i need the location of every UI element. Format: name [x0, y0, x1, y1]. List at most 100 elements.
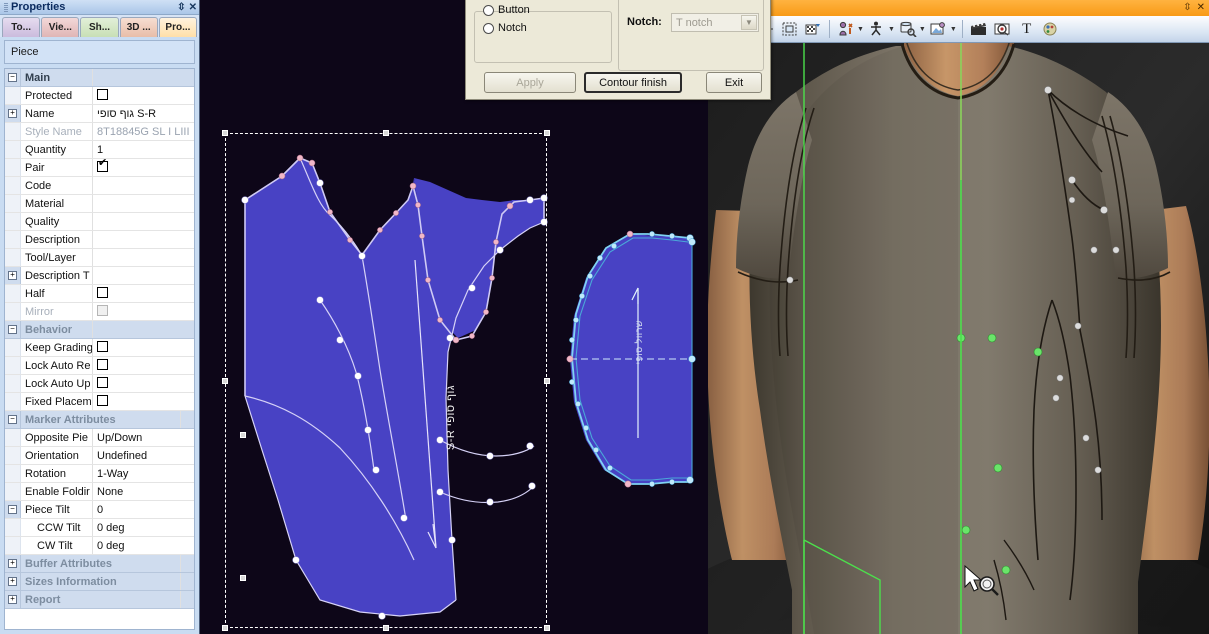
notch-type-select[interactable]: T notch ▼ [671, 13, 759, 32]
value-keep-grading[interactable] [93, 339, 194, 356]
tab-3d[interactable]: 3D ... [119, 17, 158, 37]
snapshot-icon[interactable] [992, 19, 1014, 40]
sel-handle-e[interactable] [544, 377, 550, 384]
expander-behavior[interactable]: − [5, 321, 21, 338]
fixed-placement-checkbox[interactable] [97, 395, 108, 406]
row-protected[interactable]: Protected [5, 87, 194, 105]
half-checkbox[interactable] [97, 287, 108, 298]
value-lock-auto-up[interactable] [93, 375, 194, 392]
group-header-sizes-information[interactable]: + Sizes Information [5, 573, 194, 591]
sel-handle-s[interactable] [383, 625, 389, 631]
pin-icon[interactable]: ⇳ [1183, 3, 1191, 13]
properties-grid[interactable]: − Main Protected + Name S-R גוף סופי Sty… [4, 68, 195, 630]
group-header-main[interactable]: − Main [5, 69, 194, 87]
animation-clapper-icon[interactable] [968, 19, 990, 40]
sel-handle-ne[interactable] [544, 130, 550, 136]
value-name[interactable]: S-R גוף סופי [93, 105, 194, 122]
row-enable-folding[interactable]: Enable Foldir None [5, 483, 194, 501]
value-rotation[interactable]: 1-Way [93, 465, 194, 482]
3d-toolbar[interactable]: ▼ ▼ ▼ ▼ T [708, 16, 1209, 43]
value-material[interactable] [93, 195, 194, 212]
value-lock-auto-re[interactable] [93, 357, 194, 374]
sel-handle-w[interactable] [222, 377, 228, 384]
palette-icon[interactable] [1040, 19, 1062, 40]
row-fixed-placement[interactable]: Fixed Placem [5, 393, 194, 411]
text-annotation-icon[interactable]: T [1016, 19, 1038, 40]
row-ccw-tilt[interactable]: CCW Tilt 0 deg [5, 519, 194, 537]
pair-checkbox[interactable] [97, 159, 108, 172]
value-ccw-tilt[interactable]: 0 deg [93, 519, 194, 536]
close-icon[interactable]: ✕ [1197, 3, 1205, 13]
expander-main[interactable]: − [5, 69, 21, 86]
row-style-name[interactable]: Style Name 8T18845G SL I LIII [5, 123, 194, 141]
value-piece-tilt[interactable]: 0 [93, 501, 194, 518]
protected-checkbox[interactable] [97, 89, 108, 100]
selection-rectangle[interactable] [222, 130, 550, 631]
avatar-tools-icon[interactable] [835, 19, 857, 40]
expander-description-t[interactable]: + [5, 267, 21, 284]
3d-window-titlebar[interactable]: el ⇳ ✕ [708, 0, 1209, 16]
value-pair[interactable] [93, 159, 194, 176]
radio-button-icon[interactable] [483, 4, 494, 16]
tab-view[interactable]: Vie... [41, 17, 80, 37]
expander-report[interactable]: + [5, 591, 21, 608]
value-orientation[interactable]: Undefined [93, 447, 194, 464]
value-quality[interactable] [93, 213, 194, 230]
sel-handle-mid-left-2[interactable] [240, 575, 246, 581]
expander-name[interactable]: + [5, 105, 21, 122]
contour-finish-button[interactable]: Contour finish [584, 72, 682, 93]
group-header-marker-attributes[interactable]: − Marker Attributes [5, 411, 194, 429]
properties-panel[interactable]: Properties ⇳ ✕ To... Vie... Sh... 3D ...… [0, 0, 200, 634]
chevron-down-icon-4[interactable]: ▼ [950, 26, 957, 33]
radio-notch-icon[interactable] [483, 22, 494, 34]
apply-button[interactable]: Apply [484, 72, 576, 93]
exit-button[interactable]: Exit [706, 72, 762, 93]
drag-grip-icon[interactable] [4, 2, 8, 12]
value-tool-layer[interactable] [93, 249, 194, 266]
radio-notch-option[interactable]: Notch [483, 20, 527, 36]
row-material[interactable]: Material [5, 195, 194, 213]
expander-piece-tilt[interactable]: − [5, 501, 21, 518]
row-quality[interactable]: Quality [5, 213, 194, 231]
value-description-t[interactable] [93, 267, 194, 284]
expander-sizes-information[interactable]: + [5, 573, 21, 590]
group-header-report[interactable]: + Report [5, 591, 194, 609]
sel-handle-nw[interactable] [222, 130, 228, 136]
properties-titlebar[interactable]: Properties ⇳ ✕ [0, 0, 199, 15]
tab-tools[interactable]: To... [2, 17, 41, 37]
expander-marker-attributes[interactable]: − [5, 411, 21, 428]
lock-auto-up-checkbox[interactable] [97, 377, 108, 388]
render-image-icon[interactable] [928, 19, 950, 40]
row-piece-tilt[interactable]: − Piece Tilt 0 [5, 501, 194, 519]
close-icon[interactable]: ✕ [189, 2, 197, 13]
value-code[interactable] [93, 177, 194, 194]
row-mirror[interactable]: Mirror [5, 303, 194, 321]
value-protected[interactable] [93, 87, 194, 104]
fabric-texture-icon[interactable] [802, 19, 824, 40]
tab-properties[interactable]: Pro... [158, 17, 198, 37]
row-orientation[interactable]: Orientation Undefined [5, 447, 194, 465]
row-code[interactable]: Code [5, 177, 194, 195]
sel-handle-n[interactable] [383, 130, 389, 136]
notch-dialog[interactable]: Button Notch Curve Non Curve Notch: T no… [465, 0, 771, 100]
row-keep-grading[interactable]: Keep Grading [5, 339, 194, 357]
expander-buffer-attributes[interactable]: + [5, 555, 21, 572]
properties-tabstrip[interactable]: To... Vie... Sh... 3D ... Pro... [0, 15, 199, 37]
value-cw-tilt[interactable]: 0 deg [93, 537, 194, 554]
chevron-down-icon[interactable]: ▼ [741, 15, 757, 30]
row-tool-layer[interactable]: Tool/Layer [5, 249, 194, 267]
sel-handle-mid-left[interactable] [240, 432, 246, 438]
mannequin-pose-icon[interactable] [866, 19, 888, 40]
value-quantity[interactable]: 1 [93, 141, 194, 158]
value-description[interactable] [93, 231, 194, 248]
row-rotation[interactable]: Rotation 1-Way [5, 465, 194, 483]
keep-grading-checkbox[interactable] [97, 341, 108, 352]
row-description-t[interactable]: + Description T [5, 267, 194, 285]
group-header-buffer-attributes[interactable]: + Buffer Attributes [5, 555, 194, 573]
row-quantity[interactable]: Quantity 1 [5, 141, 194, 159]
row-description[interactable]: Description [5, 231, 194, 249]
select-region-icon[interactable] [778, 19, 800, 40]
row-name[interactable]: + Name S-R גוף סופי [5, 105, 194, 123]
row-half[interactable]: Half [5, 285, 194, 303]
chevron-down-icon-3[interactable]: ▼ [919, 26, 926, 33]
